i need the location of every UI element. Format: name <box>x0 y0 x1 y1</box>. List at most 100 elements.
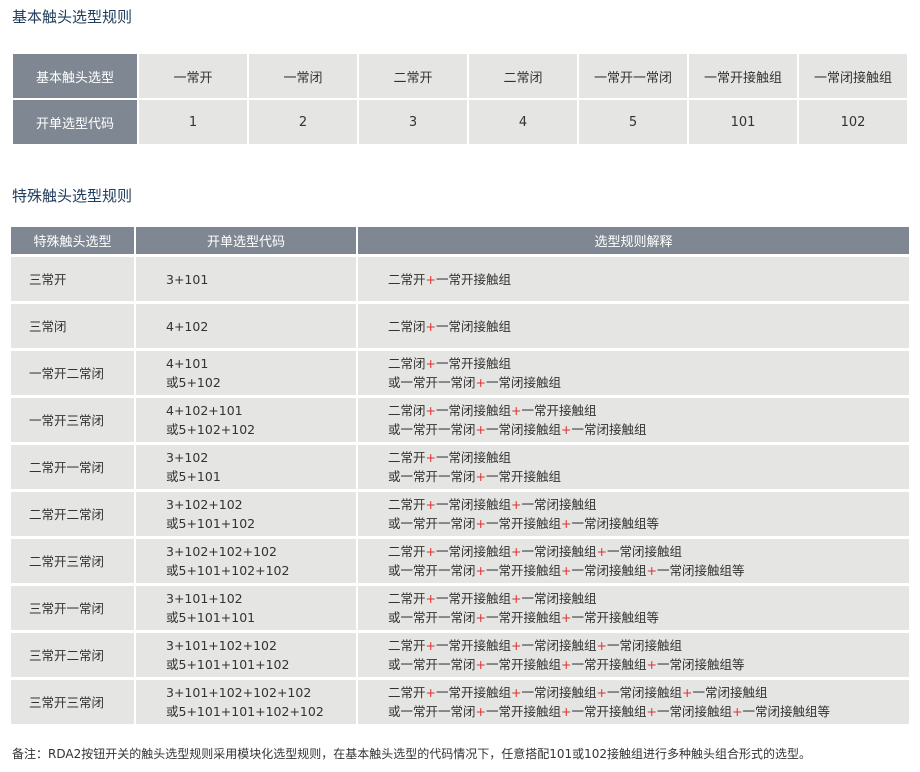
special-type-cell: 三常开一常闭 <box>11 583 136 632</box>
explanation-term: 二常闭 <box>388 356 426 371</box>
explanation-term: 或一常开一常闭 <box>388 516 476 531</box>
plus-sign: + <box>475 516 486 531</box>
special-section-title: 特殊触头选型规则 <box>12 187 133 205</box>
explanation-term: 一常开接触组 <box>571 657 647 672</box>
table-row: 三常开 3+101 二常开+一常开接触组 <box>11 254 909 303</box>
explanation-term: 一常闭接触组等 <box>571 516 660 531</box>
plus-sign: + <box>425 403 436 418</box>
explanation-line: 或一常开一常闭+一常开接触组+一常开接触组+一常闭接触组+一常闭接触组等 <box>388 702 909 721</box>
plus-sign: + <box>561 422 572 437</box>
explanation-term: 一常闭接触组 <box>607 685 683 700</box>
special-type-cell: 二常开三常闭 <box>11 536 136 585</box>
code-line: 4+102 <box>166 318 209 334</box>
special-type-cell: 二常开二常闭 <box>11 489 136 538</box>
explanation-term: 或一常开一常闭 <box>388 610 476 625</box>
explanation-term: 或一常开一常闭 <box>388 422 476 437</box>
explanation-term: 一常开接触组 <box>486 657 562 672</box>
plus-sign: + <box>425 638 436 653</box>
explanation-line: 二常闭+一常开接触组 <box>388 354 909 373</box>
special-type-cell: 三常闭 <box>11 301 136 350</box>
plus-sign: + <box>475 422 486 437</box>
basic-code-cell: 2 <box>247 98 359 146</box>
basic-code-row: 开单选型代码 1 2 3 4 5 101 102 <box>11 98 909 146</box>
plus-sign: + <box>561 563 572 578</box>
special-code-cell: 3+101+102 或5+101+101 <box>135 583 358 632</box>
code-line: 3+102 <box>166 450 209 465</box>
plus-sign: + <box>475 704 486 719</box>
explanation-term: 二常开 <box>388 544 426 559</box>
explanation-term: 一常开接触组 <box>486 563 562 578</box>
explanation-term: 一常闭接触组 <box>436 318 512 334</box>
basic-contact-table: 基本触头选型 一常开 一常闭 二常开 二常闭 一常开一常闭 一常开接触组 一常闭… <box>11 52 909 146</box>
explanation-term: 一常闭接触组 <box>571 563 647 578</box>
table-row: 一常开三常闭 4+102+101 或5+102+102 二常闭+一常闭接触组+一常开接… <box>11 395 909 444</box>
plus-sign: + <box>425 318 436 334</box>
explanation-line: 二常开+一常开接触组 <box>388 270 909 289</box>
table-row: 二常开二常闭 3+102+102 或5+101+102 二常开+一常闭接触组+一常闭接… <box>11 489 909 538</box>
special-explanation-cell: 二常开+一常闭接触组+一常闭接触组+一常闭接触组 或一常开一常闭+一常开接触组+一… <box>357 536 909 585</box>
basic-code-cell: 4 <box>467 98 579 146</box>
explanation-term: 一常闭接触组 <box>436 403 512 418</box>
code-line: 3+102+102 <box>166 497 243 512</box>
explanation-term: 一常闭接触组 <box>521 685 597 700</box>
plus-sign: + <box>561 704 572 719</box>
special-explanation-cell: 二常开+一常开接触组 <box>357 254 909 303</box>
plus-sign: + <box>682 685 693 700</box>
explanation-term: 二常开 <box>388 271 426 287</box>
explanation-term: 一常闭接触组等 <box>657 657 745 672</box>
plus-sign: + <box>511 685 522 700</box>
special-explanation-cell: 二常开+一常闭接触组 或一常开一常闭+一常开接触组 <box>357 442 909 491</box>
basic-code-cell: 1 <box>137 98 249 146</box>
explanation-term: 一常闭接触组 <box>486 375 562 390</box>
special-header-explanation: 选型规则解释 <box>357 227 909 256</box>
code-line: 3+101+102+102 <box>166 638 277 653</box>
special-explanation-cell: 二常闭+一常闭接触组+一常开接触组 或一常开一常闭+一常闭接触组+一常闭接触组 <box>357 395 909 444</box>
plus-sign: + <box>511 591 522 606</box>
plus-sign: + <box>511 544 522 559</box>
plus-sign: + <box>425 450 436 465</box>
plus-sign: + <box>475 563 486 578</box>
explanation-term: 二常闭 <box>388 318 426 334</box>
explanation-term: 一常闭接触组 <box>571 422 647 437</box>
explanation-term: 一常闭接触组等 <box>657 563 745 578</box>
plus-sign: + <box>425 591 436 606</box>
basic-type-cell: 二常闭 <box>467 52 579 100</box>
explanation-line: 或一常开一常闭+一常开接触组+一常闭接触组等 <box>388 514 909 533</box>
plus-sign: + <box>511 403 522 418</box>
special-explanation-cell: 二常开+一常开接触组+一常闭接触组 或一常开一常闭+一常开接触组+一常开接触组等 <box>357 583 909 632</box>
plus-sign: + <box>561 610 572 625</box>
explanation-line: 或一常开一常闭+一常闭接触组 <box>388 373 909 392</box>
plus-sign: + <box>596 544 607 559</box>
explanation-term: 一常闭接触组 <box>521 638 597 653</box>
explanation-term: 或一常开一常闭 <box>388 704 476 719</box>
explanation-term: 一常开接触组等 <box>571 610 660 625</box>
explanation-line: 二常开+一常闭接触组+一常闭接触组 <box>388 495 909 514</box>
plus-sign: + <box>561 516 572 531</box>
plus-sign: + <box>511 497 522 512</box>
code-line: 或5+102 <box>166 375 221 390</box>
basic-code-cell: 101 <box>687 98 799 146</box>
special-code-cell: 3+101 <box>135 254 358 303</box>
explanation-term: 或一常开一常闭 <box>388 563 476 578</box>
plus-sign: + <box>475 610 486 625</box>
code-line: 或5+101+101+102+102 <box>166 704 324 719</box>
special-header-code: 开单选型代码 <box>135 227 358 256</box>
plus-sign: + <box>425 271 436 287</box>
explanation-term: 二常开 <box>388 638 426 653</box>
basic-type-header: 基本触头选型 <box>11 52 139 100</box>
explanation-term: 一常闭接触组 <box>436 497 512 512</box>
special-code-cell: 3+101+102+102+102 或5+101+101+102+102 <box>135 677 358 724</box>
explanation-term: 一常闭接触组 <box>436 450 512 465</box>
special-type-cell: 二常开一常闭 <box>11 442 136 491</box>
basic-type-cell: 一常开一常闭 <box>577 52 689 100</box>
explanation-line: 或一常开一常闭+一常闭接触组+一常闭接触组 <box>388 420 909 439</box>
explanation-term: 或一常开一常闭 <box>388 469 476 484</box>
explanation-term: 二常开 <box>388 685 426 700</box>
special-contact-table: 特殊触头选型 开单选型代码 选型规则解释 三常开 3+101 二常开+一常开接触组三… <box>11 227 909 724</box>
explanation-term: 一常开接触组 <box>436 638 512 653</box>
code-line: 或5+101 <box>166 469 221 484</box>
explanation-term: 或一常开一常闭 <box>388 657 476 672</box>
special-explanation-cell: 二常闭+一常开接触组 或一常开一常闭+一常闭接触组 <box>357 348 909 397</box>
basic-code-cell: 102 <box>797 98 909 146</box>
code-line: 或5+101+101 <box>166 610 256 625</box>
